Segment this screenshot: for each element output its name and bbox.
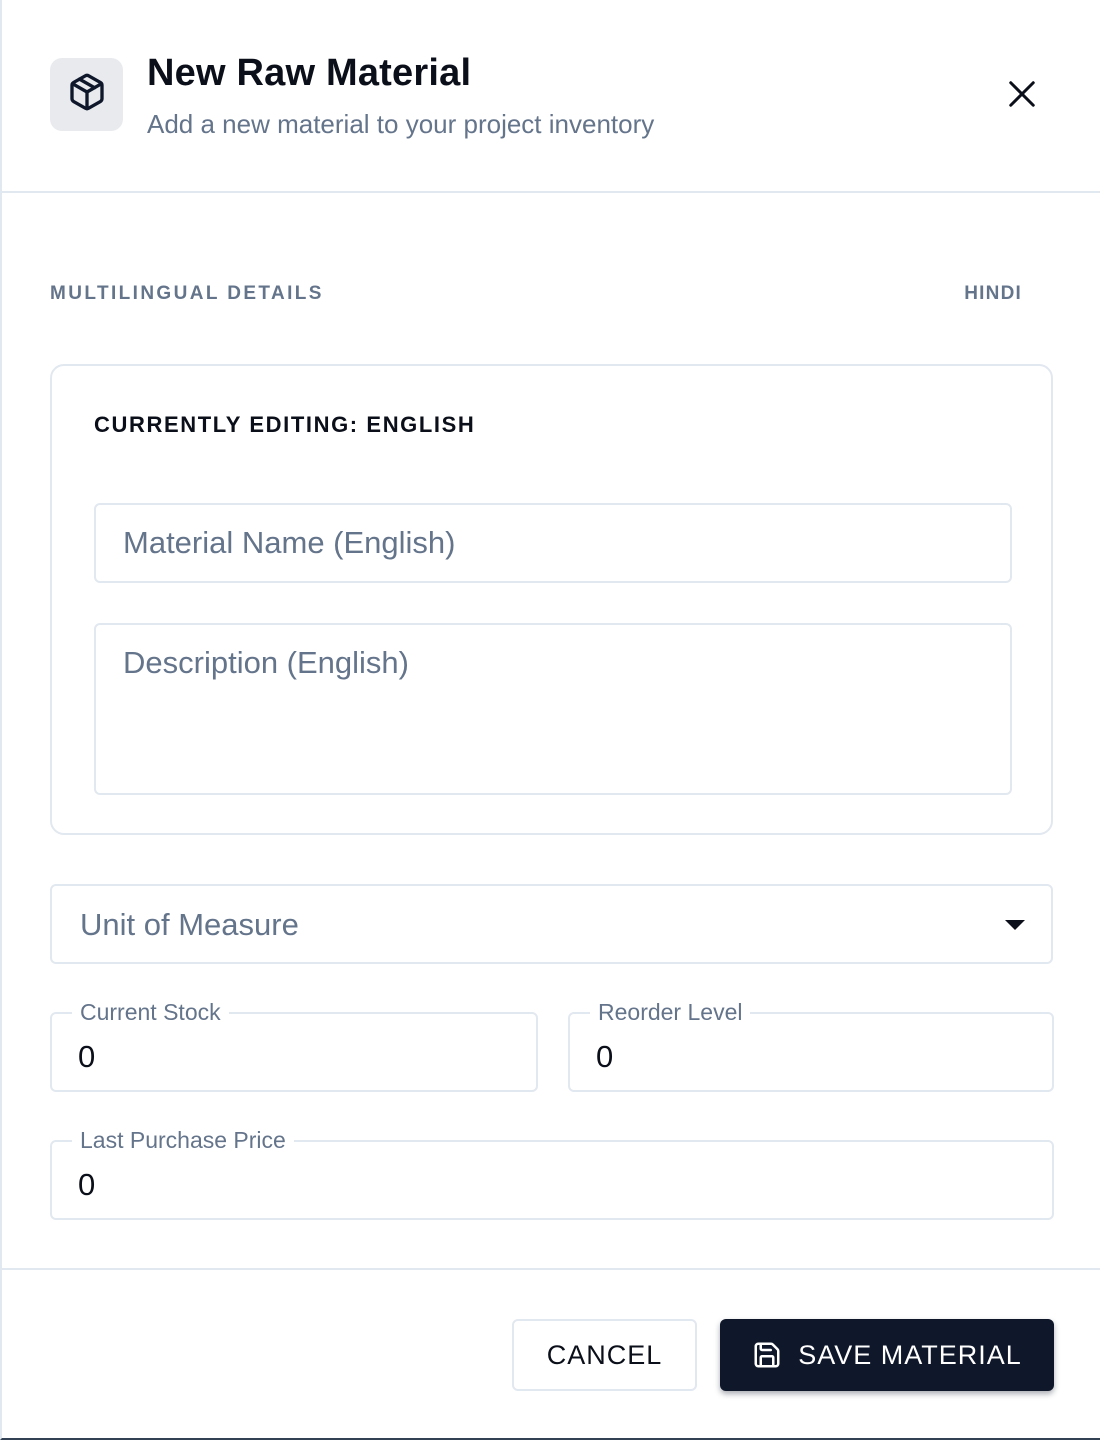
close-button[interactable] bbox=[998, 72, 1046, 120]
cancel-button[interactable]: CANCEL bbox=[512, 1319, 697, 1391]
current-stock-field: Current Stock bbox=[50, 997, 538, 1092]
current-stock-label: Current Stock bbox=[72, 997, 229, 1027]
unit-of-measure-select[interactable]: Unit of Measure bbox=[50, 884, 1053, 964]
language-toggle-hindi[interactable]: HINDI bbox=[964, 283, 1022, 305]
dialog-footer: CANCEL SAVE MATERIAL bbox=[2, 1268, 1100, 1438]
description-textarea[interactable] bbox=[96, 625, 1010, 793]
last-purchase-price-field: Last Purchase Price bbox=[50, 1125, 1054, 1220]
material-name-input[interactable] bbox=[96, 505, 1010, 581]
header-icon-container bbox=[50, 58, 123, 131]
new-raw-material-dialog: New Raw Material Add a new material to y… bbox=[0, 0, 1100, 1440]
close-icon bbox=[1007, 79, 1037, 114]
dialog-subtitle: Add a new material to your project inven… bbox=[147, 109, 655, 139]
package-icon bbox=[67, 72, 107, 117]
unit-of-measure-placeholder: Unit of Measure bbox=[80, 907, 299, 942]
dialog-header: New Raw Material Add a new material to y… bbox=[2, 0, 1100, 193]
multilingual-card: CURRENTLY EDITING: ENGLISH bbox=[50, 364, 1053, 835]
reorder-level-field: Reorder Level bbox=[568, 997, 1054, 1092]
currently-editing-label: CURRENTLY EDITING: ENGLISH bbox=[94, 412, 476, 437]
save-material-label: SAVE MATERIAL bbox=[798, 1339, 1022, 1370]
material-name-field bbox=[94, 503, 1012, 583]
save-material-button[interactable]: SAVE MATERIAL bbox=[720, 1319, 1054, 1391]
multilingual-section-label: MULTILINGUAL DETAILS bbox=[50, 283, 324, 304]
reorder-level-label: Reorder Level bbox=[590, 997, 751, 1027]
dialog-title: New Raw Material bbox=[147, 52, 472, 94]
caret-down-icon bbox=[1005, 920, 1025, 930]
save-icon bbox=[752, 1340, 782, 1370]
last-purchase-price-label: Last Purchase Price bbox=[72, 1125, 294, 1155]
description-field bbox=[94, 623, 1012, 795]
